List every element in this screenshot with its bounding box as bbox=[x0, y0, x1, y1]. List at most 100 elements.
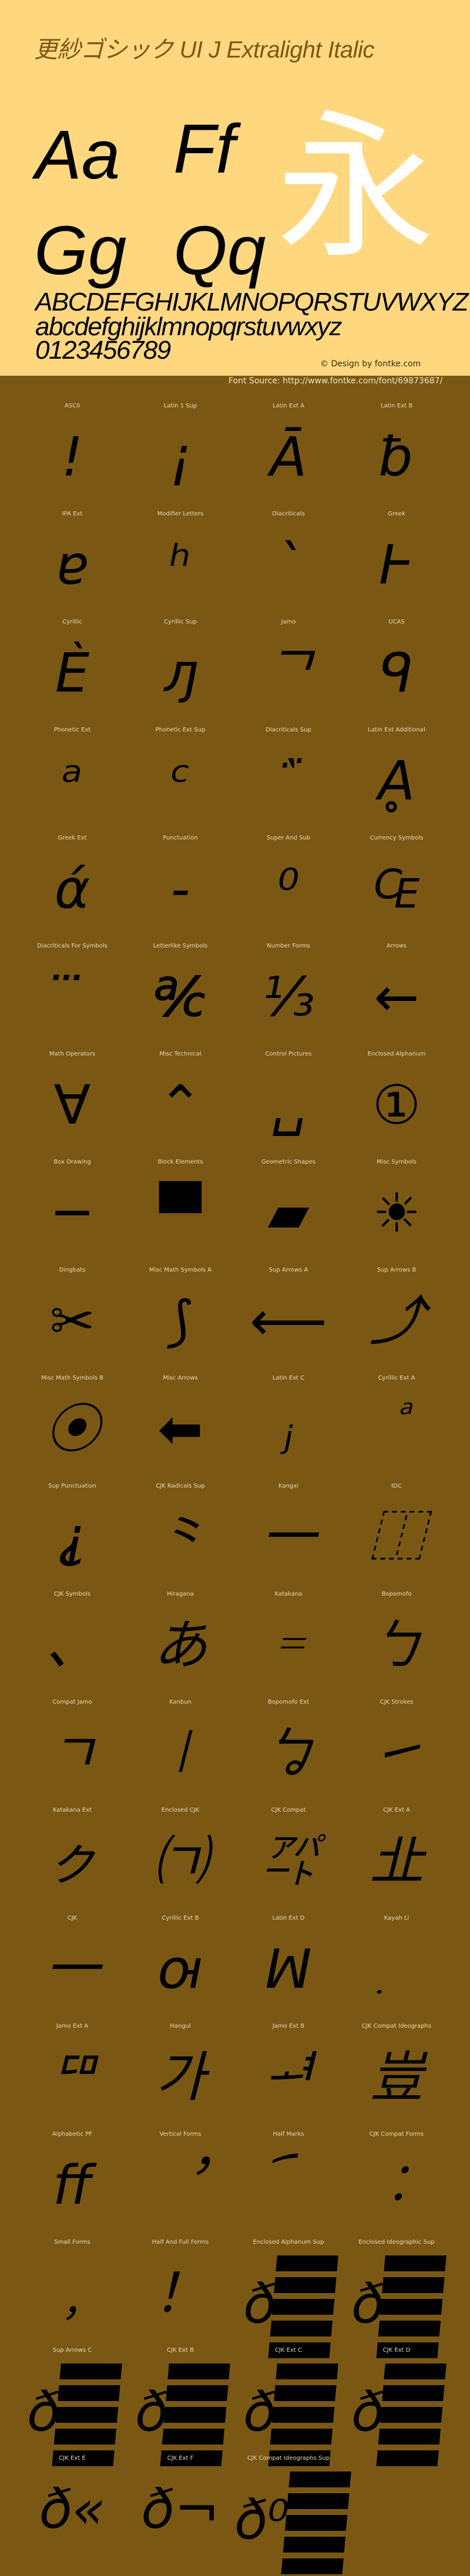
glyph-block-cell: CJK Ext F ð¬ bbox=[126, 2455, 234, 2563]
block-label: Punctuation bbox=[163, 835, 198, 841]
block-sample-glyph: ɐ bbox=[18, 527, 126, 603]
glyph-block-cell: Hangul 가 bbox=[126, 2023, 234, 2131]
glyph-block-cell: Alphabetic PF ﬀ bbox=[18, 2131, 126, 2239]
glyph-char: ʰ bbox=[169, 534, 192, 596]
glyph-char: ▰ bbox=[267, 1182, 310, 1245]
glyph-block-cell: Cyrillic Sup ԓ bbox=[126, 619, 234, 727]
font-source-link[interactable]: Font Source: http://www.fontke.com/font/… bbox=[229, 376, 442, 386]
block-sample-glyph: ð bbox=[234, 2255, 343, 2360]
glyph-char: あ bbox=[153, 1614, 207, 1677]
glyph-char: ㄱ bbox=[47, 1722, 98, 1785]
glyph-block-cell: Half Marks︠ bbox=[234, 2131, 343, 2239]
glyph-block-cell: CJK Strokes ㇀ bbox=[343, 1699, 451, 1807]
missing-glyph-box-icon bbox=[160, 2363, 230, 2468]
block-label: Cyrillic bbox=[62, 619, 82, 625]
block-sample-glyph: ㇀ bbox=[343, 1715, 451, 1792]
block-sample-glyph: ⃛ bbox=[18, 959, 126, 1036]
block-label: Kangxi bbox=[278, 1483, 298, 1489]
block-sample-glyph: Ͱ bbox=[343, 527, 451, 603]
glyph-block-cell: Misc Technical ⌃ bbox=[126, 1051, 234, 1159]
glyph-char: ✂ bbox=[49, 1290, 95, 1353]
glyph-block-cell: Vertical Forms ︐ bbox=[126, 2131, 234, 2239]
glyph-block-cell: Small Forms ﹐ bbox=[18, 2239, 126, 2347]
glyph-char: ₠ bbox=[372, 858, 421, 921]
glyph-char: Ā bbox=[270, 426, 307, 488]
glyph-block-cell: Latin Ext C ⱼ bbox=[234, 1375, 343, 1483]
glyph-block-cell: Enclosed Alphanum ① bbox=[343, 1051, 451, 1159]
glyph-block-cell: Diacriticals ` bbox=[234, 511, 343, 619]
block-sample-glyph: ⅓ bbox=[234, 959, 343, 1036]
missing-glyph-box-icon bbox=[268, 2363, 338, 2468]
block-label: Cyrillic Sup bbox=[164, 619, 197, 625]
glyph-char: ㆐ bbox=[153, 1722, 207, 1785]
glyph-char: ⺀ bbox=[153, 1506, 207, 1569]
glyph-block-cell: Sup Arrows A ⟵ bbox=[234, 1267, 343, 1375]
block-label: Diacriticals For Symbols bbox=[37, 943, 108, 949]
glyph-char: ᵃ bbox=[61, 750, 83, 812]
block-label: CJK Strokes bbox=[380, 1699, 414, 1705]
glyph-block-cell: Latin Ext D ꟽ bbox=[234, 1915, 343, 2023]
block-sample-glyph: ㈀ bbox=[126, 1823, 234, 1900]
glyph-block-cell: Math Operators ∀ bbox=[18, 1051, 126, 1159]
glyph-block-cell: Greek Ext ά bbox=[18, 835, 126, 943]
glyph-block-cell: CJK Radicals Sup ⺀ bbox=[126, 1483, 234, 1591]
block-label: CJK Symbols bbox=[53, 1591, 91, 1597]
glyph-char: ԓ bbox=[163, 642, 198, 704]
block-sample-glyph: ∀ bbox=[18, 1067, 126, 1144]
block-label: Jamo Ext A bbox=[56, 2023, 89, 2029]
block-sample-glyph: ⺀ bbox=[126, 1499, 234, 1576]
block-sample-glyph: ꙕ bbox=[126, 1931, 234, 2008]
glyph-block-cell: Control Pictures ␣ bbox=[234, 1051, 343, 1159]
block-label: Box Drawing bbox=[53, 1159, 91, 1165]
block-label: CJK Radicals Sup bbox=[156, 1483, 205, 1489]
block-label: Kanbun bbox=[169, 1699, 192, 1705]
glyph-block-cell: Misc Symbols ☀ bbox=[343, 1159, 451, 1267]
glyph-char: ⅓ bbox=[262, 966, 315, 1029]
block-sample-glyph: ⼀ bbox=[234, 1499, 343, 1576]
glyph-char: ` bbox=[275, 534, 302, 596]
block-sample-glyph: ᷀ bbox=[234, 743, 343, 820]
block-label: Sup Arrows C bbox=[52, 2347, 92, 2354]
sample-ff: Ff bbox=[173, 110, 235, 188]
glyph-block-cell: Bopomofo Ext ㆠ bbox=[234, 1699, 343, 1807]
block-sample-glyph: Ѐ bbox=[18, 635, 126, 712]
glyph-block-cell: Katakana ゠ bbox=[234, 1591, 343, 1699]
glyph-char: ㇰ bbox=[45, 1830, 99, 1893]
glyph-char: ⟆ bbox=[170, 1290, 191, 1353]
block-sample-glyph: ← bbox=[343, 959, 451, 1036]
glyph-char: ⿰ bbox=[369, 1506, 424, 1569]
block-label: Misc Math Symbols A bbox=[149, 1267, 212, 1273]
glyph-block-cell: Enclosed Ideographic Sup ð bbox=[343, 2239, 451, 2360]
block-label: CJK bbox=[67, 1915, 78, 1921]
block-sample-glyph: ︠ bbox=[234, 2147, 343, 2224]
glyph-block-cell: Enclosed Alphanum Sup ð bbox=[234, 2239, 343, 2360]
missing-glyph-box-icon bbox=[268, 2255, 338, 2360]
glyph-char: ! bbox=[61, 426, 83, 488]
block-sample-glyph: 、 bbox=[18, 1607, 126, 1684]
glyph-block-cell: Modifier Letters ʰ bbox=[126, 511, 234, 619]
block-label: Control Pictures bbox=[265, 1051, 312, 1057]
block-sample-glyph: ℀ bbox=[126, 959, 234, 1036]
glyph-block-cell: Punctuation ‐ bbox=[126, 835, 234, 943]
block-label: Misc Math Symbols B bbox=[41, 1375, 103, 1381]
block-label: Math Operators bbox=[49, 1051, 96, 1057]
block-label: CJK Ext B bbox=[167, 2347, 194, 2354]
block-label: Phonetic Ext bbox=[53, 727, 91, 733]
glyph-block-cell: Compat Jamo ㄱ bbox=[18, 1699, 126, 1807]
block-label: CJK Compat Ideographs bbox=[361, 2023, 432, 2029]
glyph-block-cell: Dingbats ✂ bbox=[18, 1267, 126, 1375]
glyph-char: ƀ bbox=[379, 426, 414, 488]
glyph-char: ⬅ bbox=[157, 1398, 203, 1461]
glyph-char: ゠ bbox=[261, 1614, 315, 1677]
glyph-block-cell: Cyrillic Ѐ bbox=[18, 619, 126, 727]
glyph-char: ᶜ bbox=[170, 750, 191, 812]
glyph-char: ⼀ bbox=[261, 1506, 315, 1569]
block-label: Katakana bbox=[274, 1591, 303, 1597]
glyph-char: ℀ bbox=[154, 966, 207, 1029]
glyph-block-cell: Geometric Shapes ▰ bbox=[234, 1159, 343, 1267]
glyph-char: ⁰ bbox=[277, 858, 300, 921]
glyph-block-cell: Cyrillic Ext B ꙕ bbox=[126, 1915, 234, 2023]
block-sample-glyph: ① bbox=[343, 1067, 451, 1144]
block-label: CJK Ext D bbox=[382, 2347, 411, 2354]
block-label: ASCII bbox=[64, 403, 80, 409]
